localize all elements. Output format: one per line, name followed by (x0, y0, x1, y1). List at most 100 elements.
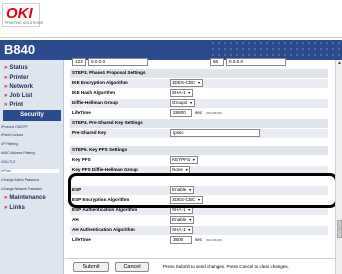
sidebar-item-printer[interactable]: » Printer (4, 75, 29, 81)
ah-auth-value: SHA-1 (172, 227, 186, 232)
ike-encryption-select[interactable]: 3DES-CBC ▼ (170, 79, 203, 87)
sidebar-subitem-panel-lockout[interactable]: •Panel Lockout (1, 133, 23, 137)
submit-button[interactable]: Submit (73, 262, 109, 272)
top-field-2[interactable]: 0.0.0.0 (88, 58, 148, 66)
oki-logo: OKI PRINTING SOLUTIONS (2, 3, 43, 27)
sidebar-subitem-mac-filtering[interactable]: •MAC Address Filtering (1, 151, 35, 155)
main-content: 123 0.0.0.0 56 0.0.0.0 STEP3. Phase1 Pro… (65, 58, 342, 274)
sidebar-item-network[interactable]: » Network (4, 84, 33, 90)
cancel-button[interactable]: Cancel (115, 262, 149, 272)
dh-group-row: Diffie-Hellman Group Group2 ▼ (70, 99, 328, 108)
dh-group-select[interactable]: Group2 ▼ (170, 99, 195, 107)
ike-encryption-row: IKE Encryption Algorithm 3DES-CBC ▼ (70, 79, 328, 88)
phase1-lifetime-label: LifeTime (72, 110, 91, 115)
key-pfs-dh-label: Key PFS Diffie-Hellman Group (72, 167, 138, 172)
sidebar-subitem-ssl-tls[interactable]: •SSL/TLS (1, 160, 15, 164)
logo-text: OKI (6, 5, 33, 22)
ah-auth-row: AH Authentication Algorithm SHA-1 ▼ (70, 226, 328, 235)
ah-auth-label: AH Authentication Algorithm (72, 227, 135, 232)
chevron-icon: » (4, 84, 8, 90)
scroll-grip-icon: ≡ (338, 226, 341, 231)
sidebar-subitem-ip-filtering[interactable]: •IP Filtering (1, 142, 18, 146)
sidebar-item-status[interactable]: » Status (4, 65, 28, 71)
step3-title: STEP3. Phase1 Proposal Settings (72, 70, 146, 75)
key-pfs-row: Key PFS KEYPFS ▼ (70, 156, 328, 165)
phase1-lifetime-input[interactable]: 28800 (170, 109, 192, 117)
chevron-icon: » (4, 205, 8, 211)
top-field-3[interactable]: 56 (210, 58, 224, 66)
chevron-icon: » (4, 65, 8, 71)
step4-header: STEP4. Pre-Shared Key Settings (70, 119, 328, 128)
sidebar-item-label: Print (9, 102, 24, 108)
ah-select[interactable]: Enable ▼ (170, 216, 194, 224)
ike-hash-label: IKE Hash Algorithm (72, 90, 115, 95)
ah-row: AH Enable ▼ (70, 216, 328, 225)
phase2-lifetime-input[interactable]: 3600 (170, 236, 192, 244)
sidebar-subitem-ipsec[interactable]: •IPSec (1, 169, 59, 173)
sidebar-item-job-list[interactable]: » Job List (4, 93, 32, 99)
key-pfs-value: KEYPFS (172, 157, 191, 162)
sidebar-nav: » Status » Printer » Network » Job List » Pri… (0, 60, 64, 274)
ike-encryption-value: 3DES-CBC (172, 80, 196, 85)
pfs-highlight-box (68, 173, 338, 208)
model-bar: B840 (0, 40, 342, 60)
chevron-icon: » (4, 93, 8, 99)
key-pfs-label: Key PFS (72, 157, 91, 162)
top-partial-row: 123 0.0.0.0 56 0.0.0.0 (70, 58, 328, 67)
sidebar-item-print[interactable]: » Print (4, 102, 23, 108)
sidebar-item-label: Printer (9, 75, 29, 81)
vertical-scrollbar[interactable]: ▲ ≡ (335, 60, 342, 274)
phase2-lifetime-row: LifeTime 3600 sec (600-86400) (70, 236, 328, 245)
sidebar-item-links[interactable]: » Links (4, 205, 25, 211)
chevron-icon: » (4, 195, 8, 201)
sidebar-item-label: Maintenance (9, 195, 46, 201)
ah-value: Enable (172, 217, 187, 222)
sidebar-item-label: Job List (9, 93, 33, 99)
ike-encryption-label: IKE Encryption Algorithm (72, 80, 128, 85)
dh-group-label: Diffie-Hellman Group (72, 100, 118, 105)
header-divider (0, 37, 342, 38)
dropdown-arrow-icon: ▼ (192, 158, 196, 162)
dropdown-arrow-icon: ▼ (187, 91, 191, 95)
phase1-lifetime-unit: sec (195, 110, 203, 115)
key-pfs-select[interactable]: KEYPFS ▼ (170, 156, 198, 164)
model-name: B840 (4, 42, 36, 57)
sidebar-subitem-change-admin-password[interactable]: •Change Admin Password (1, 178, 39, 182)
scroll-up-icon[interactable]: ▲ (336, 60, 342, 67)
step5-header: STEP5. Key PFS Settings (70, 146, 328, 155)
logo-subtext: PRINTING SOLUTIONS (5, 21, 43, 25)
step3-header: STEP3. Phase1 Proposal Settings (70, 69, 328, 78)
footer-note: Press Submit to send changes. Press Canc… (163, 264, 289, 269)
dropdown-arrow-icon: ▼ (197, 81, 201, 85)
ike-hash-select[interactable]: SHA-1 ▼ (170, 89, 193, 97)
page-header: OKI PRINTING SOLUTIONS (0, 0, 342, 40)
sidebar-item-maintenance[interactable]: » Maintenance (4, 195, 46, 201)
sidebar-item-label: Network (9, 84, 34, 90)
ah-label: AH (72, 217, 79, 222)
sidebar-subitem-protocol[interactable]: •Protocol ON/OFF (1, 125, 28, 129)
top-field-4[interactable]: 0.0.0.0 (226, 58, 286, 66)
dropdown-arrow-icon: ▼ (187, 208, 191, 212)
sidebar-subitem-change-network-password[interactable]: •Change Network Password (1, 187, 42, 191)
psk-row: Pre-Shared Key ipsec (70, 129, 328, 138)
dropdown-arrow-icon: ▼ (188, 218, 192, 222)
phase1-lifetime-row: LifeTime 28800 sec (600-86400) (70, 109, 328, 118)
ah-auth-select[interactable]: SHA-1 ▼ (170, 226, 193, 234)
phase2-lifetime-label: LifeTime (72, 237, 91, 242)
phase2-lifetime-hint: (600-86400) (206, 238, 223, 242)
sidebar-item-security[interactable]: Security (3, 110, 61, 121)
form-footer: Submit Cancel Press Submit to send chang… (65, 258, 335, 274)
psk-input[interactable]: ipsec (170, 129, 260, 137)
phase2-lifetime-unit: sec (195, 237, 203, 242)
ike-hash-value: SHA-1 (172, 90, 186, 95)
top-field-1[interactable]: 123 (72, 58, 86, 66)
psk-label: Pre-Shared Key (72, 130, 107, 135)
sidebar-item-label: Links (9, 205, 26, 211)
chevron-icon: » (4, 75, 8, 81)
step5-title: STEP5. Key PFS Settings (72, 147, 128, 152)
phase1-lifetime-hint: (600-86400) (206, 111, 223, 115)
dh-group-value: Group2 (172, 100, 188, 105)
sidebar-item-label: Status (9, 65, 28, 71)
chevron-icon: » (4, 102, 8, 108)
dropdown-arrow-icon: ▼ (187, 228, 191, 232)
